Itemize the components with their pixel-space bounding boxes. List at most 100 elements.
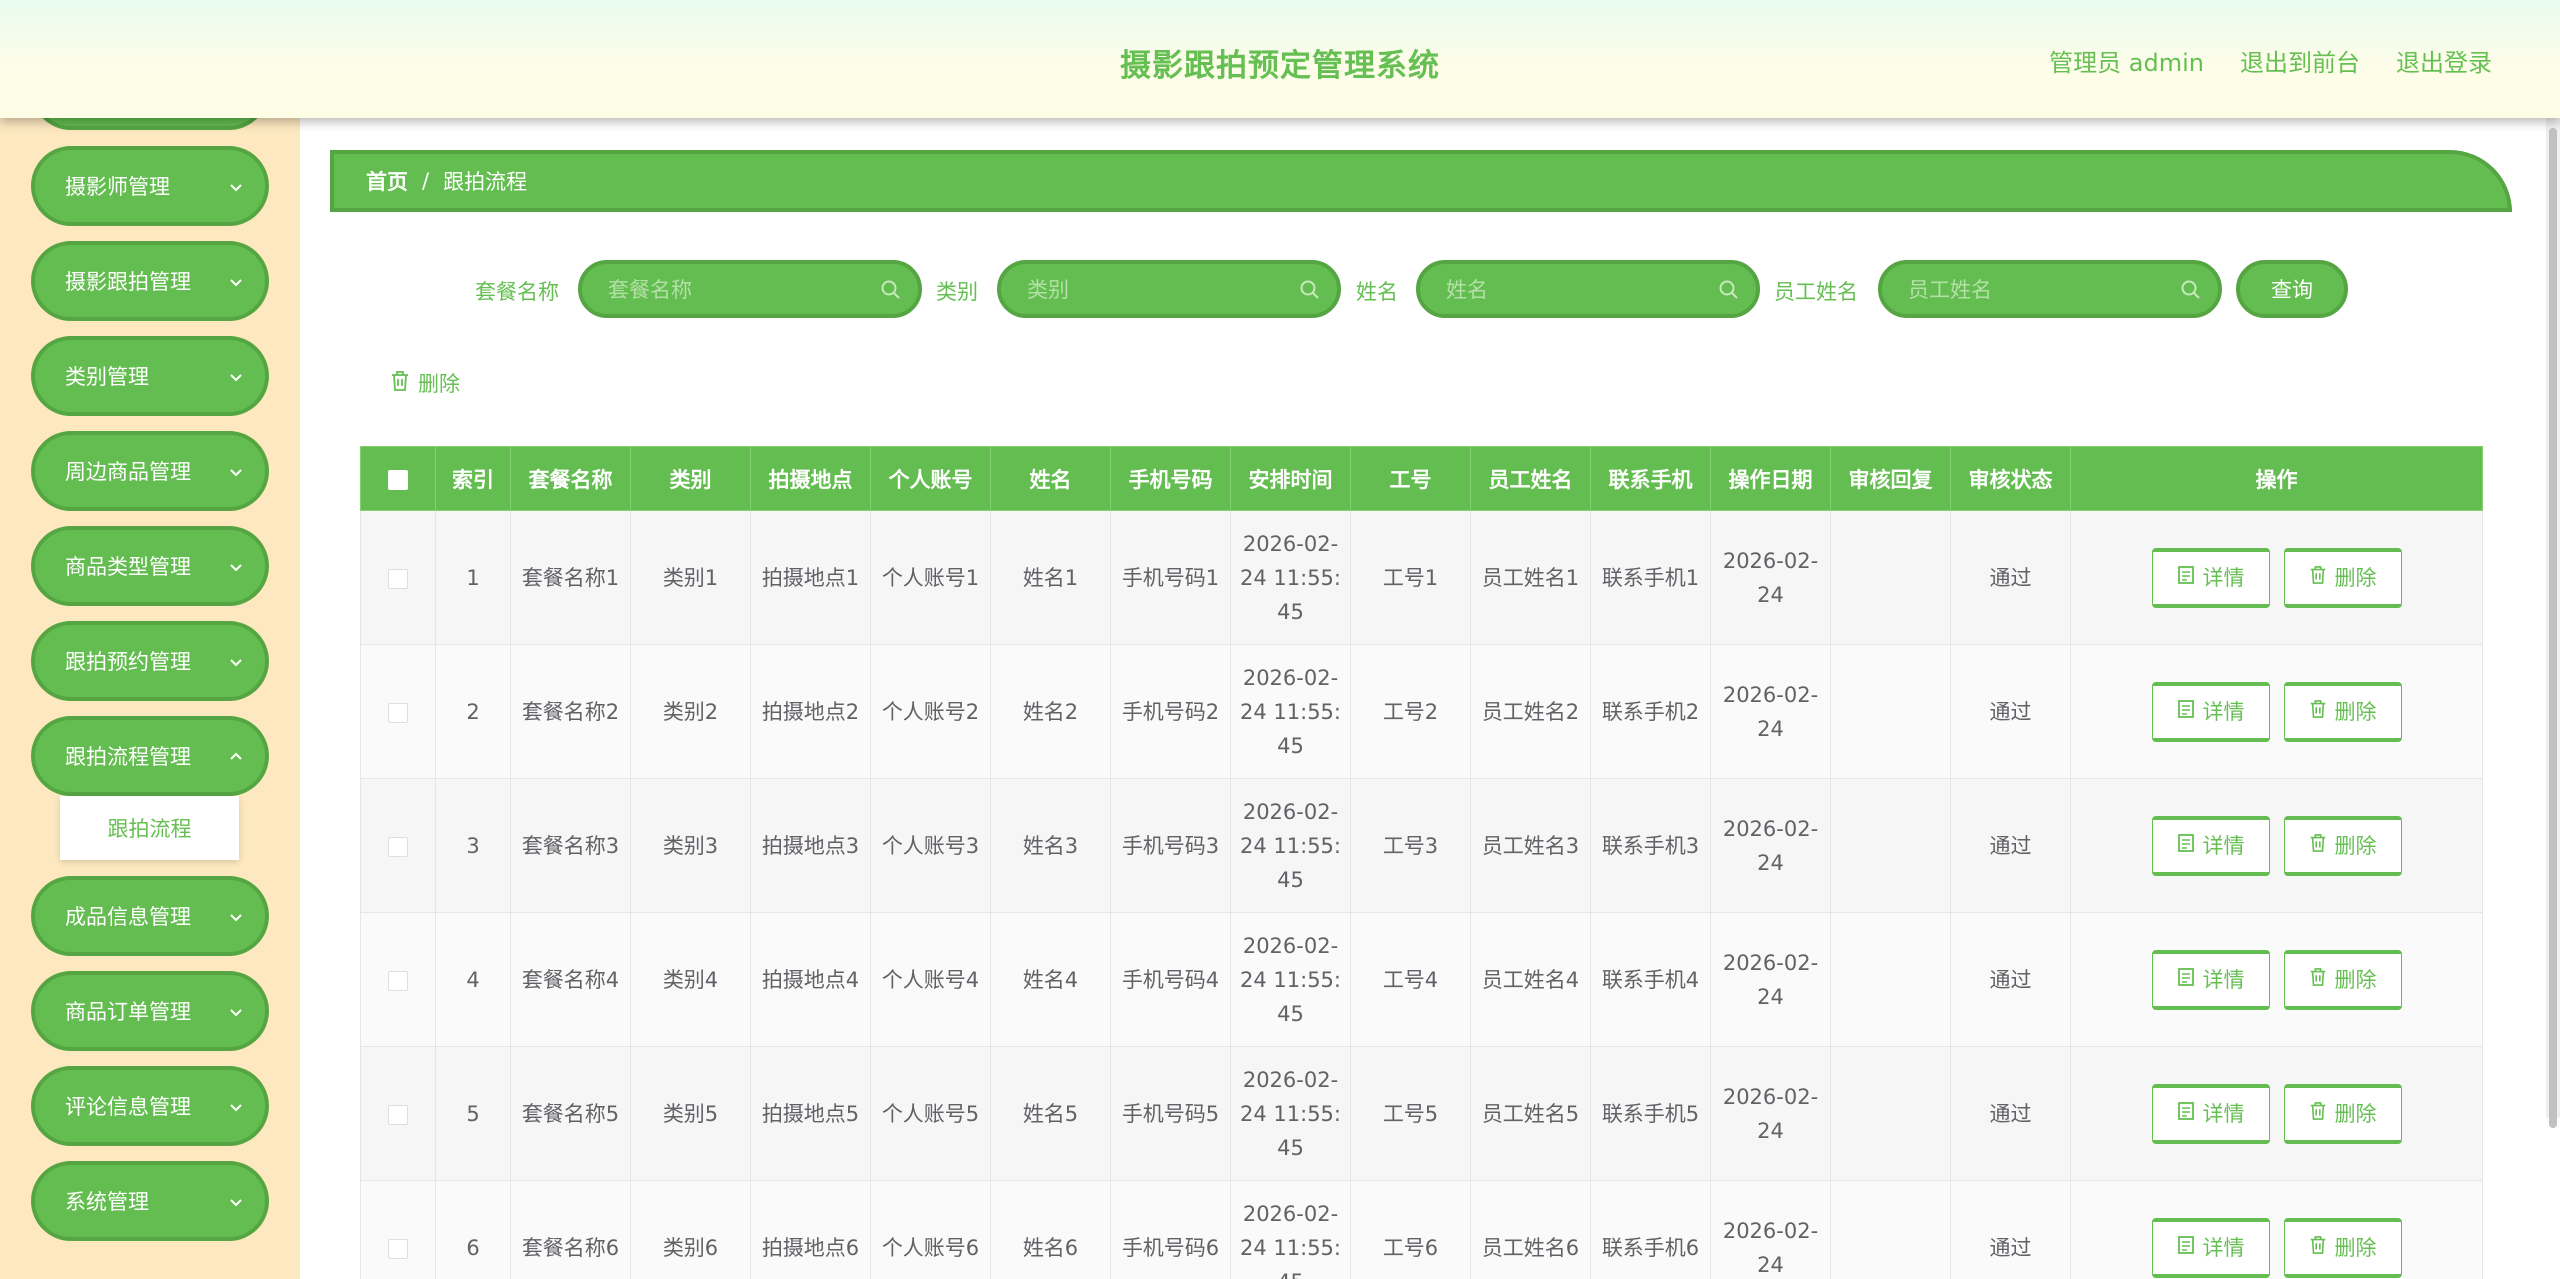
cell-account: 个人账号3 [870,778,991,913]
cell-staff-no: 工号4 [1350,912,1471,1047]
detail-button[interactable]: 详情 [2151,1217,2270,1278]
row-checkbox[interactable] [360,1180,436,1279]
sidebar-item-merch[interactable]: 周边商品管理 [31,431,269,511]
sidebar-item-process[interactable]: 跟拍流程管理 [31,716,269,796]
detail-button[interactable]: 详情 [2151,681,2270,742]
sidebar: 摄影师管理 摄影跟拍管理 类别管理 周边商品管理 商品类型管理 跟拍预约管理 跟… [0,0,300,1279]
search-icon [1299,279,1321,306]
sidebar-item-finished[interactable]: 成品信息管理 [31,876,269,956]
sidebar-item-label: 系统管理 [65,1190,149,1214]
search-icon [1718,279,1740,306]
row-checkbox[interactable] [360,912,436,1047]
category-placeholder: 类别 [1027,278,1069,302]
cell-name: 姓名3 [990,778,1111,913]
cell-package: 套餐名称2 [510,644,631,779]
cell-op-date: 2026-02-24 [1710,1180,1831,1279]
detail-button[interactable]: 详情 [2151,949,2270,1010]
cell-op-date: 2026-02-24 [1710,644,1831,779]
staff-search-input[interactable]: 员工姓名 [1878,260,2222,318]
package-search-input[interactable]: 套餐名称 [578,260,922,318]
cell-account: 个人账号1 [870,510,991,645]
sidebar-item-label: 评论信息管理 [65,1095,191,1119]
submenu-item-process[interactable]: 跟拍流程 [60,796,239,860]
batch-delete-label: 删除 [418,372,460,396]
query-button[interactable]: 查询 [2236,260,2348,318]
package-placeholder: 套餐名称 [608,278,692,302]
delete-button[interactable]: 删除 [2283,949,2402,1010]
sidebar-item-comments[interactable]: 评论信息管理 [31,1066,269,1146]
detail-button[interactable]: 详情 [2151,1083,2270,1144]
column-header: 操作 [2070,446,2483,511]
cell-status: 通过 [1950,1180,2071,1279]
cell-name: 姓名4 [990,912,1111,1047]
cell-staff-name: 员工姓名3 [1470,778,1591,913]
sidebar-item-system[interactable]: 系统管理 [31,1161,269,1241]
cell-staff-name: 员工姓名1 [1470,510,1591,645]
column-header: 操作日期 [1710,446,1831,511]
row-checkbox[interactable] [360,778,436,913]
column-header: 安排时间 [1230,446,1351,511]
detail-button[interactable]: 详情 [2151,547,2270,608]
breadcrumb: 首页 / 跟拍流程 [330,150,2512,212]
scrollbar-thumb[interactable] [2549,128,2557,1128]
sidebar-item-orders[interactable]: 商品订单管理 [31,971,269,1051]
cell-actions: 详情 删除 [2070,778,2483,913]
sidebar-item-booking[interactable]: 跟拍预约管理 [31,621,269,701]
cell-name: 姓名5 [990,1046,1111,1181]
cell-location: 拍摄地点2 [750,644,871,779]
cell-staff-name: 员工姓名2 [1470,644,1591,779]
cell-name: 姓名6 [990,1180,1111,1279]
delete-button[interactable]: 删除 [2283,815,2402,876]
category-search-input[interactable]: 类别 [997,260,1341,318]
row-checkbox[interactable] [360,510,436,645]
cell-status: 通过 [1950,510,2071,645]
breadcrumb-home[interactable]: 首页 [366,166,408,196]
delete-label: 删除 [2334,1235,2377,1260]
cell-staff-no: 工号5 [1350,1046,1471,1181]
data-table: 索引 套餐名称 类别 拍摄地点 个人账号 姓名 手机号码 安排时间 工号 员工姓… [360,446,2483,1279]
delete-button[interactable]: 删除 [2283,681,2402,742]
batch-delete-button[interactable]: 删除 [390,368,460,398]
column-header: 拍摄地点 [750,446,871,511]
vertical-scrollbar[interactable] [2546,118,2560,1128]
column-header: 类别 [630,446,751,511]
cell-op-date: 2026-02-24 [1710,912,1831,1047]
cell-schedule: 2026-02-24 11:55:45 [1230,644,1351,779]
sidebar-item-label: 摄影跟拍管理 [65,270,191,294]
cell-phone: 手机号码6 [1110,1180,1231,1279]
cell-category: 类别1 [630,510,751,645]
cell-contact: 联系手机3 [1590,778,1711,913]
delete-button[interactable]: 删除 [2283,1083,2402,1144]
cell-contact: 联系手机5 [1590,1046,1711,1181]
row-checkbox[interactable] [360,644,436,779]
sidebar-item-category[interactable]: 类别管理 [31,336,269,416]
delete-button[interactable]: 删除 [2283,547,2402,608]
cell-category: 类别4 [630,912,751,1047]
cell-category: 类别6 [630,1180,751,1279]
table-row: 4 套餐名称4 类别4 拍摄地点4 个人账号4 姓名4 手机号码4 2026-02-24 11… [360,912,2483,1047]
category-label: 类别 [936,280,978,304]
name-search-input[interactable]: 姓名 [1416,260,1760,318]
row-checkbox[interactable] [360,1046,436,1181]
select-all-checkbox[interactable] [360,446,436,511]
sidebar-item-photographer[interactable]: 摄影师管理 [31,146,269,226]
detail-button[interactable]: 详情 [2151,815,2270,876]
cell-staff-no: 工号3 [1350,778,1471,913]
delete-button[interactable]: 删除 [2283,1217,2402,1278]
cell-phone: 手机号码2 [1110,644,1231,779]
search-icon [880,279,902,306]
cell-index: 5 [435,1046,511,1181]
cell-index: 2 [435,644,511,779]
chevron-down-icon [227,463,245,481]
sidebar-item-product-type[interactable]: 商品类型管理 [31,526,269,606]
frontend-link[interactable]: 退出到前台 [2240,43,2360,78]
logout-link[interactable]: 退出登录 [2396,43,2492,78]
detail-label: 详情 [2202,833,2245,858]
cell-account: 个人账号6 [870,1180,991,1279]
sidebar-item-label: 成品信息管理 [65,905,191,929]
sidebar-item-shooting[interactable]: 摄影跟拍管理 [31,241,269,321]
delete-label: 删除 [2334,565,2377,590]
main-content: 首页 / 跟拍流程 套餐名称 套餐名称 类别 类别 姓名 姓名 员工姓名 员工姓… [300,118,2560,1279]
header-actions: 管理员 admin 退出到前台 退出登录 [2049,43,2492,78]
table-row: 1 套餐名称1 类别1 拍摄地点1 个人账号1 姓名1 手机号码1 2026-02-24 11… [360,510,2483,645]
